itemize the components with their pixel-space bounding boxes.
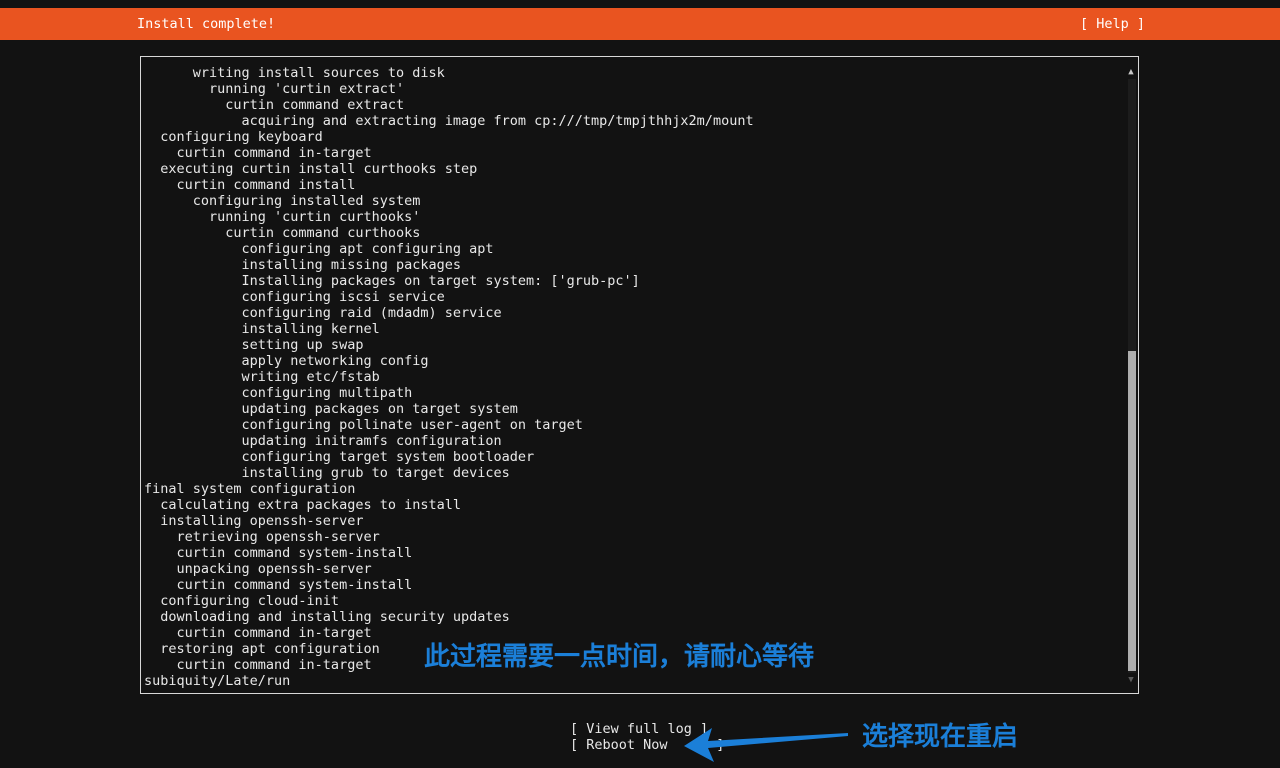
log-line: setting up swap [144, 337, 364, 353]
log-line: configuring installed system [144, 193, 421, 209]
log-line: writing install sources to disk [144, 65, 445, 81]
log-line: running 'curtin curthooks' [144, 209, 421, 225]
log-line: downloading and installing security upda… [144, 609, 510, 625]
log-line: updating packages on target system [144, 401, 518, 417]
reboot-now-button[interactable]: [ Reboot Now ] [570, 737, 724, 753]
log-line: configuring cloud-init [144, 593, 340, 609]
log-line: Installing packages on target system: ['… [144, 273, 640, 289]
log-line: updating initramfs configuration [144, 433, 502, 449]
log-lines: writing install sources to disk running … [144, 65, 754, 689]
log-line: curtin command system-install [144, 577, 413, 593]
install-log-panel[interactable]: writing install sources to disk running … [140, 56, 1139, 694]
view-full-log-button[interactable]: [ View full log ] [570, 721, 708, 737]
log-line: configuring raid (mdadm) service [144, 305, 502, 321]
header-bar: Install complete! [ Help ] [0, 8, 1280, 40]
log-line: installing openssh-server [144, 513, 364, 529]
log-line: configuring pollinate user-agent on targ… [144, 417, 583, 433]
page-title: Install complete! [137, 16, 276, 32]
log-line: calculating extra packages to install [144, 497, 461, 513]
log-line: curtin command curthooks [144, 225, 421, 241]
log-line: installing grub to target devices [144, 465, 510, 481]
wait-annotation: 此过程需要一点时间，请耐心等待 [424, 642, 815, 672]
log-line: writing etc/fstab [144, 369, 380, 385]
log-line: acquiring and extracting image from cp:/… [144, 113, 754, 129]
log-line: unpacking openssh-server [144, 561, 372, 577]
log-line: executing curtin install curthooks step [144, 161, 478, 177]
log-line: installing kernel [144, 321, 380, 337]
log-line: configuring multipath [144, 385, 413, 401]
scroll-up-arrow-icon[interactable]: ▲ [1126, 65, 1136, 79]
log-line: retrieving openssh-server [144, 529, 380, 545]
log-line: curtin command in-target [144, 145, 372, 161]
installer-screen: Install complete! [ Help ] writing insta… [0, 0, 1280, 768]
help-button[interactable]: [ Help ] [1080, 8, 1145, 40]
scrollbar-thumb[interactable] [1128, 351, 1136, 671]
log-line: curtin command install [144, 177, 356, 193]
log-line: final system configuration [144, 481, 356, 497]
log-line: curtin command system-install [144, 545, 413, 561]
log-line: apply networking config [144, 353, 429, 369]
scroll-down-arrow-icon[interactable]: ▼ [1126, 673, 1136, 687]
log-line: running 'curtin extract' [144, 81, 405, 97]
log-line: configuring target system bootloader [144, 449, 535, 465]
log-line: configuring iscsi service [144, 289, 445, 305]
log-line: installing missing packages [144, 257, 461, 273]
log-line: configuring keyboard [144, 129, 323, 145]
log-line: curtin command extract [144, 97, 405, 113]
log-line: configuring apt configuring apt [144, 241, 494, 257]
reboot-annotation: 选择现在重启 [862, 722, 1019, 752]
